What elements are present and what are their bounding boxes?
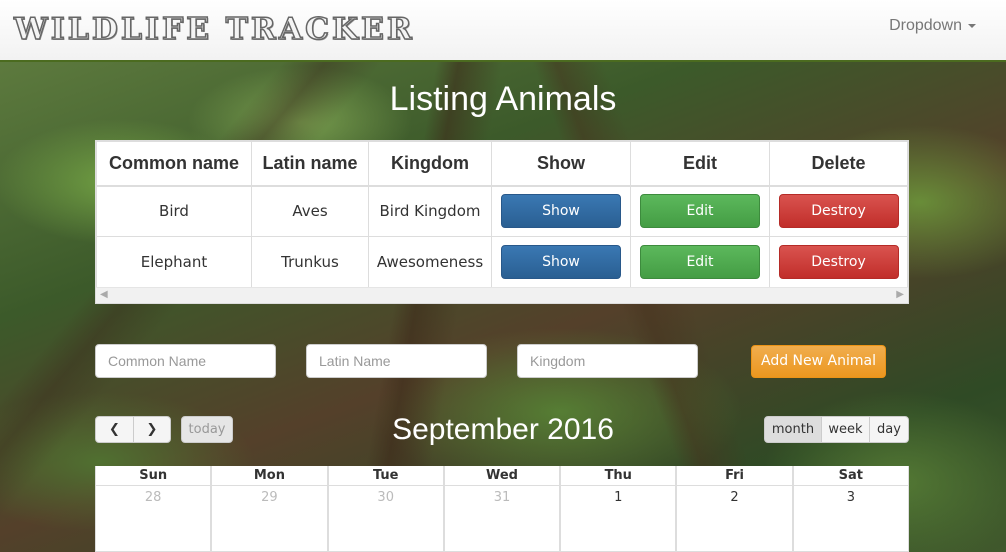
calendar-day-cell[interactable]: 2 — [676, 486, 793, 552]
weekday-tue: Tue — [327, 466, 444, 486]
weekday-sun: Sun — [95, 466, 212, 486]
calendar-view-month[interactable]: month — [764, 416, 822, 443]
destroy-button[interactable]: Destroy — [778, 245, 899, 279]
cell-show: Show — [491, 236, 631, 288]
cell-latin-name: Aves — [251, 185, 369, 237]
weekday-fri: Fri — [676, 466, 793, 486]
scroll-left-icon[interactable]: ◀ — [100, 289, 108, 300]
header-common-name: Common name — [96, 141, 252, 187]
table-row: Bird Aves Bird Kingdom Show Edit Destroy — [96, 185, 908, 237]
dropdown-menu-toggle[interactable]: Dropdown — [889, 17, 976, 35]
add-new-animal-button[interactable]: Add New Animal — [751, 345, 886, 378]
calendar-day-cell[interactable]: 1 — [560, 486, 677, 552]
weekday-sat: Sat — [792, 466, 909, 486]
cell-latin-name: Trunkus — [251, 236, 369, 288]
common-name-input[interactable] — [95, 344, 276, 378]
calendar-day-cell[interactable]: 28 — [95, 486, 212, 552]
cell-common-name: Elephant — [96, 236, 252, 288]
latin-name-input[interactable] — [306, 344, 487, 378]
weekday-wed: Wed — [443, 466, 561, 486]
calendar-day-cell[interactable]: 29 — [211, 486, 328, 552]
caret-down-icon — [968, 23, 976, 28]
horizontal-scrollbar[interactable]: ◀ ▶ — [96, 287, 908, 303]
brand-logo[interactable]: WILDLIFE TRACKER — [13, 11, 415, 48]
navbar: WILDLIFE TRACKER Dropdown — [0, 0, 1006, 62]
show-button[interactable]: Show — [501, 245, 621, 279]
scroll-right-icon[interactable]: ▶ — [896, 289, 904, 300]
header-latin-name: Latin name — [251, 141, 369, 187]
weekday-mon: Mon — [211, 466, 328, 486]
cell-delete: Destroy — [769, 185, 908, 237]
calendar-grid: Sun Mon Tue Wed Thu Fri Sat 28 29 30 31 … — [95, 466, 909, 552]
table-row: Elephant Trunkus Awesomeness Show Edit D… — [96, 236, 908, 288]
destroy-button[interactable]: Destroy — [778, 194, 899, 229]
kingdom-input[interactable] — [517, 344, 698, 378]
calendar-view-week[interactable]: week — [821, 416, 870, 443]
edit-button[interactable]: Edit — [640, 245, 760, 279]
cell-edit: Edit — [630, 185, 770, 237]
edit-button[interactable]: Edit — [640, 194, 760, 229]
calendar-week-row: 28 29 30 31 1 2 3 — [95, 486, 909, 552]
calendar-view-day[interactable]: day — [869, 416, 909, 443]
calendar-day-cell[interactable]: 3 — [792, 486, 909, 552]
cell-kingdom: Awesomeness — [368, 236, 492, 288]
header-show: Show — [491, 141, 631, 187]
header-delete: Delete — [769, 141, 908, 187]
calendar-day-cell[interactable]: 31 — [443, 486, 561, 552]
page-title: Listing Animals — [389, 80, 617, 118]
cell-edit: Edit — [630, 236, 770, 288]
animals-table: Common name Latin name Kingdom Show Edit… — [96, 141, 908, 288]
cell-kingdom: Bird Kingdom — [368, 185, 492, 237]
calendar-weekday-header: Sun Mon Tue Wed Thu Fri Sat — [95, 466, 909, 486]
animals-table-container: Common name Latin name Kingdom Show Edit… — [95, 140, 909, 304]
header-kingdom: Kingdom — [368, 141, 492, 187]
cell-common-name: Bird — [96, 185, 252, 237]
calendar-day-cell[interactable]: 30 — [327, 486, 444, 552]
show-button[interactable]: Show — [501, 194, 621, 229]
cell-delete: Destroy — [769, 236, 908, 288]
cell-show: Show — [491, 185, 631, 237]
header-edit: Edit — [630, 141, 770, 187]
dropdown-label: Dropdown — [889, 17, 962, 34]
weekday-thu: Thu — [560, 466, 677, 486]
